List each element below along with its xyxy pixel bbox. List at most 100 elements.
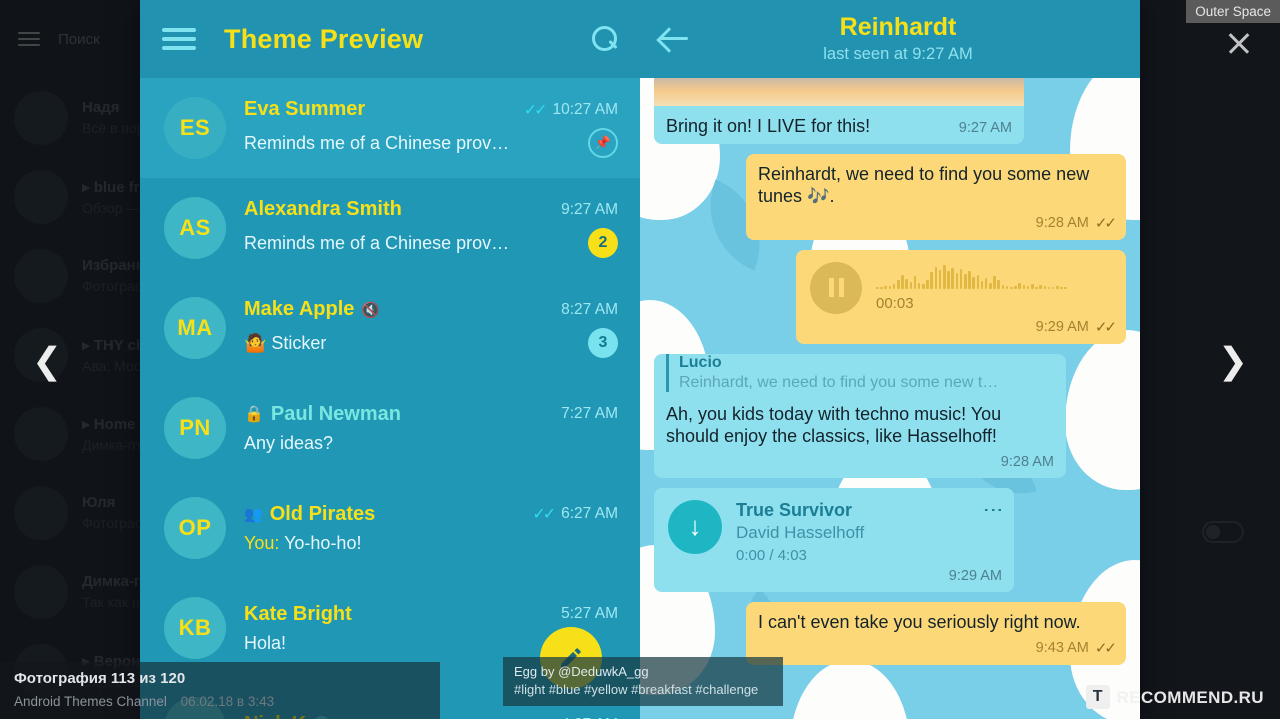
chat-item-bottom-line: Reminds me of a Chinese prov… 📌	[244, 128, 618, 158]
chat-preview-text: Reminds me of a Chinese prov…	[244, 132, 510, 153]
waveform-bar	[955, 273, 959, 289]
chat-preview-text: Any ideas?	[244, 432, 334, 453]
preview-chatlist-rows: ES Eva Summer ✓✓ 10:27 AM Reminds me of a Ch…	[140, 78, 640, 719]
chat-timestamp: 9:27 AM	[561, 200, 618, 218]
conversation-contact-name: Reinhardt	[839, 13, 957, 42]
message-meta: 9:27 AM	[947, 120, 1024, 144]
hamburger-menu-icon[interactable]	[162, 23, 196, 56]
message-bubble[interactable]: Lucio Reinhardt, we need to find you some…	[654, 353, 1066, 478]
waveform-bar	[989, 283, 992, 289]
unread-badge: 2	[588, 228, 618, 258]
waveform-bar	[1056, 286, 1059, 289]
recommend-text: RECOMMEND.RU	[1116, 688, 1264, 707]
waveform-bar	[976, 275, 980, 289]
chat-list-item[interactable]: PN 🔒 Paul Newman 7:27 AM Any ideas?	[140, 378, 640, 478]
chat-item-meta: 5:27 AM	[551, 605, 618, 623]
message-text: Bring it on! I LIVE for this!	[666, 116, 871, 136]
reply-quote[interactable]: Lucio Reinhardt, we need to find you some…	[666, 353, 1054, 392]
waveform-bar	[1060, 287, 1063, 289]
chat-preview-text: 🤷 Sticker	[244, 332, 327, 353]
reply-text: Reinhardt, we need to find you some new …	[679, 373, 999, 391]
chat-list-item[interactable]: OP 👥 Old Pirates ✓✓ 6:27 AM You: Yo-ho-ho!	[140, 478, 640, 578]
search-icon[interactable]	[592, 26, 618, 52]
pause-icon[interactable]	[810, 261, 862, 314]
waveform-bar	[1030, 284, 1034, 289]
message-bubble[interactable]: I can't even take you seriously right no…	[746, 601, 1126, 665]
voice-waveform-area[interactable]: 00:03	[876, 263, 1112, 312]
chat-timestamp: 10:27 AM	[552, 100, 619, 118]
chat-item-top-line: Eva Summer ✓✓ 10:27 AM	[244, 98, 618, 121]
chat-list-item[interactable]: ES Eva Summer ✓✓ 10:27 AM Reminds me of a Ch…	[140, 78, 640, 178]
message-timestamp: 9:29 AM	[948, 567, 1002, 584]
theme-preview-screenshot: Theme Preview ES Eva Summer ✓✓ 10:27 AM Remi…	[140, 0, 1140, 719]
waveform-bar	[1039, 285, 1042, 289]
chevron-right-icon[interactable]: ❯	[1218, 340, 1248, 382]
waveform-bar	[1010, 287, 1013, 289]
message-meta: 9:29 AM	[654, 568, 1014, 592]
message-timestamp: 9:28 AM	[1035, 214, 1089, 231]
message-bubble[interactable]: Reinhardt, we need to find you some new …	[746, 153, 1126, 240]
chat-item-content: Alexandra Smith 9:27 AM Reminds me of a Ch…	[244, 198, 618, 258]
waveform-bar	[943, 265, 946, 289]
chevron-left-icon[interactable]: ❮	[32, 340, 62, 382]
read-ticks-icon: ✓✓	[1094, 214, 1117, 232]
photo-counter: Фотография 113 из 120	[14, 670, 186, 687]
preview-conversation: Reinhardt last seen at 9:27 AM Bring it …	[640, 0, 1140, 719]
avatar: OP	[164, 497, 226, 559]
conversation-header: Reinhardt last seen at 9:27 AM	[640, 0, 1140, 78]
chat-item-content: 👥 Old Pirates ✓✓ 6:27 AM You: Yo-ho-ho!	[244, 503, 618, 554]
waveform-bar	[980, 281, 984, 289]
chat-item-meta: 8:27 AM	[551, 301, 618, 319]
chat-timestamp: 6:27 AM	[561, 505, 618, 522]
waveform-bar	[1022, 285, 1026, 289]
page-title: Theme Preview	[224, 23, 424, 54]
chat-list-item[interactable]: MA Make Apple 🔇 8:27 AM 🤷 Sticker 3	[140, 278, 640, 378]
pin-icon: 📌	[588, 128, 618, 158]
chat-item-meta: 4:27 AM	[551, 716, 618, 719]
waveform-bar	[913, 276, 917, 289]
audio-progress: 0:00 / 4:03	[736, 546, 807, 564]
waveform-bar	[938, 270, 942, 289]
audio-message: ↓ True Survivor David Hasselhoff 0:00 / 4:0…	[654, 488, 1014, 568]
download-icon[interactable]: ↓	[668, 499, 722, 554]
preview-chat-list: Theme Preview ES Eva Summer ✓✓ 10:27 AM Remi…	[140, 0, 640, 719]
chat-item-content: Make Apple 🔇 8:27 AM 🤷 Sticker 3	[244, 298, 618, 358]
chat-name-text: Kate Bright	[244, 602, 352, 625]
avatar: KB	[164, 597, 226, 659]
message-bubble[interactable]: 00:03 9:29 AM ✓✓	[796, 249, 1126, 344]
waveform-bar	[972, 277, 975, 289]
chat-timestamp: 7:27 AM	[561, 405, 618, 422]
chat-list-item[interactable]: AS Alexandra Smith 9:27 AM Reminds me of a …	[140, 178, 640, 278]
waveform-bar	[876, 287, 879, 289]
caption-author: Egg by @DeduwkA_gg	[514, 664, 649, 679]
close-icon[interactable]	[1224, 28, 1254, 58]
waveform-bar	[909, 282, 913, 289]
waveform-bar	[884, 286, 887, 289]
waveform-bar	[1001, 285, 1005, 289]
chat-name-text: Old Pirates	[269, 502, 376, 525]
voice-message: 00:03	[796, 250, 1126, 318]
kebab-menu-icon[interactable]: ⋮	[978, 500, 1004, 564]
back-arrow-icon[interactable]	[660, 26, 690, 52]
you-prefix: You:	[244, 532, 285, 553]
message-text: Reinhardt, we need to find you some new …	[758, 163, 1090, 207]
audio-artist: David Hasselhoff	[736, 522, 865, 542]
avatar: AS	[164, 197, 226, 259]
chat-item-badge-area: 2	[578, 228, 618, 258]
message-meta: 9:28 AM	[654, 454, 1066, 478]
chat-name: Kate Bright	[244, 603, 352, 626]
chat-item-top-line: Kate Bright 5:27 AM	[244, 603, 618, 626]
chat-preview-text: You: Yo-ho-ho!	[244, 533, 361, 554]
outer-space-tooltip: Outer Space	[1186, 0, 1280, 23]
chat-item-top-line: 👥 Old Pirates ✓✓ 6:27 AM	[244, 503, 618, 526]
waveform-bar	[905, 279, 908, 289]
reply-author: Lucio	[679, 353, 722, 371]
message-bubble[interactable]: ↓ True Survivor David Hasselhoff 0:00 / 4:0…	[654, 487, 1014, 592]
mute-icon: 🔇	[361, 301, 381, 319]
group-icon: 👥	[244, 506, 263, 523]
chat-name: Make Apple 🔇	[244, 298, 380, 321]
chat-preview-text: Reminds me of a Chinese prov…	[244, 232, 510, 253]
message-list: Bring it on! I LIVE for this! 9:27 AM Rein…	[640, 36, 1140, 719]
audio-info: True Survivor David Hasselhoff 0:00 / 4:03	[736, 500, 964, 564]
conversation-titles[interactable]: Reinhardt last seen at 9:27 AM	[710, 14, 1120, 63]
